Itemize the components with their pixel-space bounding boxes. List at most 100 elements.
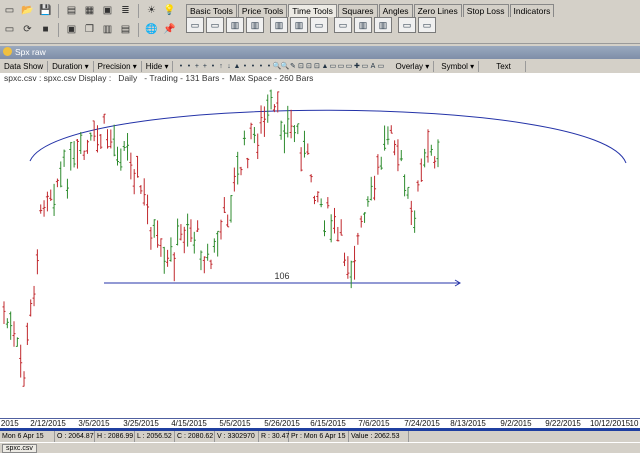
print-icon[interactable]: ▤ [118, 23, 133, 37]
chart-tool-icon[interactable]: ▭ [345, 62, 353, 71]
x-axis-tick-label: 3/25/2015 [123, 419, 159, 428]
toolbar-row-1: ▭ 📂 💾 ▤ ▦ ▣ ≣ ☀ 💡 [2, 4, 177, 18]
time-tool-button[interactable]: ▥ [374, 17, 392, 33]
price-chart[interactable]: 106 [0, 73, 640, 418]
menu-hide[interactable]: Hide ▾ [142, 60, 174, 72]
child-window-titlebar[interactable]: Spx raw [0, 46, 640, 59]
tab-squares[interactable]: Squares [337, 4, 378, 17]
chart-tool-icon[interactable]: • [209, 62, 216, 71]
x-axis: 2015 2/12/2015 3/5/2015 3/25/2015 4/15/2015 5… [0, 418, 640, 428]
chart-area[interactable]: 106 spxc.csv : spxc.csv Display : Daily … [0, 73, 640, 418]
x-axis-tick-label: 2015 [0, 419, 19, 428]
chart-tool-icon[interactable]: • [249, 62, 256, 71]
cascade-icon[interactable]: ❐ [82, 23, 97, 37]
sun-icon[interactable]: ☀ [144, 4, 159, 18]
x-axis-tick-label: 7/24/2015 [404, 419, 440, 428]
time-tools-panel: ▭ ▭ ▥ ▥ ▥ ▥ ▭ ▭ ▥ ▥ ▭ ▭ [186, 17, 436, 33]
tab-basic-tools[interactable]: Basic Tools [186, 4, 237, 17]
time-tool-button[interactable]: ▥ [226, 17, 244, 33]
chart-tool-icon[interactable]: + [193, 62, 200, 71]
save-icon[interactable]: 💾 [38, 4, 53, 18]
toolbar-separator [138, 4, 139, 18]
chart-tool-icon[interactable]: ↑ [217, 62, 224, 71]
chart-header: spxc.csv : spxc.csv Display : Daily - Tr… [4, 73, 314, 83]
menu-overlay[interactable]: Overlay ▾ [391, 60, 435, 72]
time-tool-button[interactable]: ▥ [290, 17, 308, 33]
x-axis-tick-label: 5/26/2015 [264, 419, 300, 428]
chart-tool-icon[interactable]: ▭ [337, 62, 345, 71]
chart-tool-icon[interactable]: ▲ [321, 62, 329, 71]
time-tool-button[interactable]: ▥ [246, 17, 264, 33]
chart-tool-icon[interactable]: • [265, 62, 272, 71]
time-tool-button[interactable]: ▭ [398, 17, 416, 33]
list-icon[interactable]: ≣ [118, 4, 133, 18]
pin-icon[interactable]: 📌 [162, 23, 177, 37]
time-tool-button[interactable]: ▭ [206, 17, 224, 33]
chart-tool-icons: • • + + • ↑ ↓ ▲ • • • • 🔍 🔍 ✎ ⊡ ⊡ ⊡ ▲ ▭ ▭ ▭ ✚ ▭ A ▭ [177, 62, 385, 71]
menu-precision[interactable]: Precision ▾ [94, 60, 142, 72]
refresh-icon[interactable]: ⟳ [20, 23, 35, 37]
tab-time-tools[interactable]: Time Tools [288, 4, 337, 17]
window-icon[interactable]: ▣ [100, 4, 115, 18]
menu-text[interactable]: Text [482, 60, 526, 72]
light-icon[interactable]: 💡 [162, 4, 177, 18]
chart-tool-icon[interactable]: ↓ [225, 62, 232, 71]
chart-tool-icon[interactable]: • [257, 62, 264, 71]
chart-tool-icon[interactable]: • [177, 62, 184, 71]
status-value: Value : 2062.53 [349, 431, 409, 442]
chart-tool-icon[interactable]: ⊡ [313, 62, 320, 71]
task-button-label: spxc.csv [6, 445, 33, 452]
window2-icon[interactable]: ▣ [64, 23, 79, 37]
x-axis-tick-label: 6/15/2015 [310, 419, 346, 428]
main-toolbar: ▭ 📂 💾 ▤ ▦ ▣ ≣ ☀ 💡 ▭ ⟳ ■ ▣ ❐ ▥ ▤ 🌐 📌 Basic Tools Price Too… [0, 0, 640, 44]
status-low: L : 2056.52 [135, 431, 175, 442]
menu-data-show[interactable]: Data Show [0, 60, 49, 72]
toolbar-row-2: ▭ ⟳ ■ ▣ ❐ ▥ ▤ 🌐 📌 [2, 23, 177, 37]
time-tool-button[interactable]: ▭ [418, 17, 436, 33]
x-axis-tick-label: 10 [629, 419, 639, 428]
chart-tool-icon[interactable]: ▭ [377, 62, 385, 71]
time-tool-button[interactable]: ▭ [334, 17, 352, 33]
chart-window-icon [3, 47, 12, 56]
toolbar-separator [138, 23, 139, 37]
chart-tool-icon[interactable]: ✚ [353, 62, 360, 71]
tab-stop-loss[interactable]: Stop Loss [462, 4, 509, 17]
tab-price-tools[interactable]: Price Tools [237, 4, 288, 17]
grid-icon[interactable]: ▤ [64, 4, 79, 18]
statusbar: Mon 6 Apr 15 O : 2064.87 H : 2086.99 L :… [0, 431, 640, 442]
new-chart-icon[interactable]: ▭ [2, 23, 17, 37]
time-tool-button[interactable]: ▭ [310, 17, 328, 33]
chart-tool-icon[interactable]: A [369, 62, 376, 71]
chart-tool-icon[interactable]: ▲ [233, 62, 241, 71]
table-icon[interactable]: ▦ [82, 4, 97, 18]
chart-tool-icon[interactable]: + [201, 62, 208, 71]
tab-indicators[interactable]: Indicators [509, 4, 555, 17]
chart-tool-icon[interactable]: ▭ [329, 62, 337, 71]
chart-tool-icon[interactable]: 🔍 [273, 62, 282, 71]
chart-tool-icon[interactable]: ✎ [289, 62, 296, 71]
x-axis-tick-label: 9/2/2015 [500, 419, 532, 428]
globe-icon[interactable]: 🌐 [144, 23, 159, 37]
chart-tool-icon[interactable]: • [185, 62, 192, 71]
time-tool-button[interactable]: ▭ [186, 17, 204, 33]
status-close: C : 2080.62 [177, 431, 215, 442]
chart-tool-icon[interactable]: ▭ [361, 62, 369, 71]
chart-tool-icon[interactable]: • [241, 62, 248, 71]
time-tool-button[interactable]: ▥ [354, 17, 372, 33]
tab-zero-lines[interactable]: Zero Lines [413, 4, 462, 17]
chart-tool-icon[interactable]: ⊡ [297, 62, 304, 71]
new-file-icon[interactable]: ▭ [2, 4, 17, 18]
chart-tool-icon[interactable]: 🔍 [281, 62, 290, 71]
tool-tabs: Basic Tools Price Tools Time Tools Squares A… [186, 4, 555, 17]
chart-toolbar: Data Show Duration ▾ Precision ▾ Hide ▾ • • + +… [0, 60, 640, 72]
x-axis-tick-label: 4/15/2015 [171, 419, 207, 428]
menu-duration[interactable]: Duration ▾ [48, 60, 94, 72]
chart-tool-icon[interactable]: ⊡ [305, 62, 312, 71]
time-tool-button[interactable]: ▥ [270, 17, 288, 33]
tile-icon[interactable]: ▥ [100, 23, 115, 37]
open-folder-icon[interactable]: 📂 [20, 4, 35, 18]
stop-icon[interactable]: ■ [38, 23, 53, 37]
tab-angles[interactable]: Angles [378, 4, 413, 17]
task-button-file[interactable]: spxc.csv [2, 444, 37, 453]
menu-symbol[interactable]: Symbol ▾ [437, 60, 480, 72]
